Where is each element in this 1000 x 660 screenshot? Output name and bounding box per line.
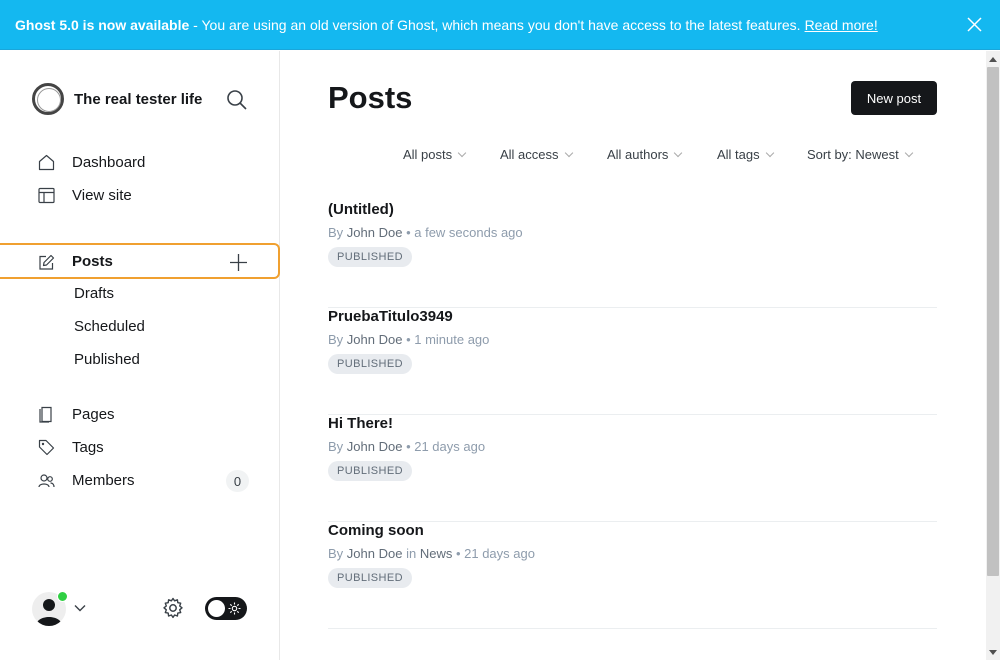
toggle-knob [208, 600, 225, 617]
post-by: By [328, 439, 344, 454]
search-icon[interactable] [226, 89, 248, 111]
sidebar: The real tester life Dashboard View site… [0, 51, 280, 660]
status-badge: PUBLISHED [328, 461, 412, 481]
post-by: By [328, 546, 344, 561]
upgrade-banner: Ghost 5.0 is now available - You are usi… [0, 0, 1000, 50]
post-author: John Doe [346, 439, 403, 454]
filter-authors-label: All authors [607, 147, 669, 162]
scroll-up-arrow-icon[interactable] [989, 57, 997, 62]
filter-sort[interactable]: Sort by: Newest [807, 147, 914, 162]
filter-sort-label: Sort by: Newest [807, 147, 899, 162]
sidebar-label-scheduled: Scheduled [74, 318, 145, 335]
sidebar-item-scheduled[interactable]: Scheduled [0, 310, 280, 343]
filter-type-label: All posts [403, 147, 453, 162]
chevron-down-icon [765, 148, 774, 158]
sidebar-label-drafts: Drafts [74, 285, 115, 302]
post-meta: By John Doe • 21 days ago [328, 439, 486, 454]
post-filters: All posts All access All authors All tag… [280, 147, 986, 167]
sidebar-item-view-site[interactable]: View site [0, 179, 280, 212]
post-by: By [328, 332, 344, 347]
post-row[interactable]: Hi There! By John Doe • 21 days ago PUBL… [328, 415, 937, 522]
chevron-down-icon [564, 148, 573, 158]
sidebar-label-dashboard: Dashboard [72, 154, 146, 171]
chevron-down-icon [674, 148, 683, 158]
status-badge: PUBLISHED [328, 568, 412, 588]
banner-message: - You are using an old version of Ghost,… [189, 16, 801, 33]
sidebar-label-posts: Posts [72, 252, 113, 270]
post-title: (Untitled) [328, 201, 394, 218]
new-post-button[interactable]: New post [851, 81, 937, 115]
status-badge: PUBLISHED [328, 247, 412, 267]
filter-tags-label: All tags [717, 147, 760, 162]
post-time: a few seconds ago [414, 225, 523, 240]
chevron-down-icon [904, 148, 914, 158]
online-status-dot [57, 591, 68, 602]
banner-read-more-link[interactable]: Read more! [805, 17, 878, 33]
filter-tags[interactable]: All tags [717, 147, 774, 162]
post-row[interactable]: (Untitled) By John Doe • a few seconds a… [328, 201, 937, 308]
users-icon [38, 474, 55, 488]
main-content: Posts New post All posts All access All … [280, 51, 986, 660]
post-row[interactable]: PruebaTitulo3949 By John Doe • 1 minute … [328, 308, 937, 415]
post-title: Coming soon [328, 522, 424, 539]
theme-toggle[interactable] [205, 597, 247, 620]
filter-access[interactable]: All access [500, 147, 573, 162]
sidebar-item-tags[interactable]: Tags [0, 431, 280, 464]
scroll-down-arrow-icon[interactable] [989, 650, 997, 655]
chevron-down-icon [457, 148, 467, 158]
members-count-badge: 0 [226, 470, 249, 492]
sidebar-item-published[interactable]: Published [0, 343, 280, 376]
sidebar-item-members[interactable]: Members 0 [0, 464, 280, 497]
status-badge: PUBLISHED [328, 354, 412, 374]
sidebar-label-members: Members [72, 472, 135, 489]
scrollbar[interactable] [986, 51, 1000, 660]
close-icon[interactable] [967, 17, 982, 32]
filter-type[interactable]: All posts [403, 147, 467, 162]
site-brand[interactable]: The real tester life [32, 83, 202, 115]
scrollbar-thumb[interactable] [987, 67, 999, 576]
post-title: PruebaTitulo3949 [328, 308, 453, 325]
banner-text: Ghost 5.0 is now available - You are usi… [15, 17, 801, 33]
gear-icon[interactable] [162, 597, 184, 619]
tag-icon [38, 439, 55, 456]
sidebar-label-view-site: View site [72, 187, 132, 204]
post-meta: By John Doe • a few seconds ago [328, 225, 523, 240]
chevron-down-icon[interactable] [74, 602, 86, 614]
post-tag: News [419, 546, 453, 561]
page-icon [39, 406, 52, 423]
sidebar-item-dashboard[interactable]: Dashboard [0, 146, 280, 179]
site-title: The real tester life [74, 90, 203, 108]
post-author: John Doe [346, 225, 403, 240]
sidebar-label-published: Published [74, 351, 140, 368]
post-author: John Doe [346, 332, 403, 347]
sidebar-item-posts[interactable]: Posts [0, 243, 280, 279]
plus-icon[interactable] [229, 253, 248, 272]
sidebar-label-pages: Pages [72, 406, 115, 423]
edit-icon [39, 254, 55, 270]
post-meta: By John Doe in News • 21 days ago [328, 546, 535, 561]
sidebar-item-pages[interactable]: Pages [0, 398, 280, 431]
home-icon [38, 154, 55, 171]
page-title: Posts [328, 80, 413, 115]
post-time: 21 days ago [464, 546, 535, 561]
post-time: 21 days ago [414, 439, 486, 454]
post-in: in [406, 546, 417, 561]
filter-access-label: All access [500, 147, 559, 162]
post-title: Hi There! [328, 415, 394, 432]
post-row[interactable]: Coming soon By John Doe in News • 21 day… [328, 522, 937, 629]
post-author: John Doe [346, 546, 403, 561]
post-time: 1 minute ago [414, 332, 490, 347]
sidebar-item-drafts[interactable]: Drafts [0, 277, 280, 310]
site-logo [32, 83, 64, 115]
filter-authors[interactable]: All authors [607, 147, 683, 162]
sidebar-label-tags: Tags [72, 439, 104, 456]
layout-icon [38, 187, 55, 204]
post-by: By [328, 225, 344, 240]
banner-strong: Ghost 5.0 is now available [15, 16, 190, 33]
post-meta: By John Doe • 1 minute ago [328, 332, 490, 347]
sun-icon [228, 602, 241, 615]
